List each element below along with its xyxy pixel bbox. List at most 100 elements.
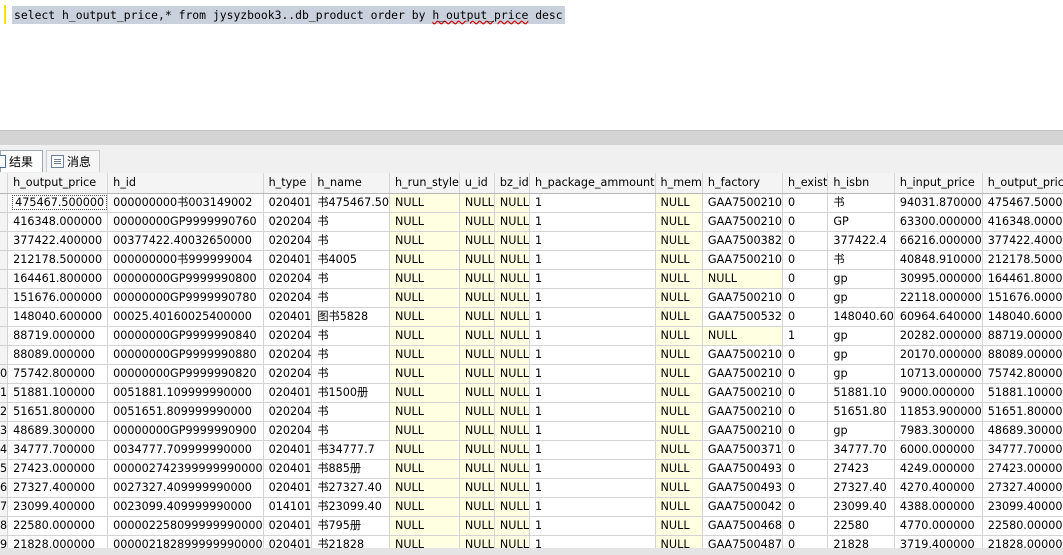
table-cell[interactable]: 475467.500000 xyxy=(982,193,1063,213)
table-cell[interactable]: 164461.800000 xyxy=(982,269,1063,289)
table-cell[interactable]: 27327.400000 xyxy=(982,478,1063,498)
table-cell[interactable]: 27423 xyxy=(827,459,895,479)
table-cell[interactable]: 00000000GP9999990760 xyxy=(107,212,264,232)
table-cell[interactable]: 1 xyxy=(529,212,656,232)
table-cell[interactable]: 020401 xyxy=(263,307,313,327)
table-cell[interactable]: 20170.000000 xyxy=(894,345,983,365)
row-number[interactable]: 3 xyxy=(0,421,9,441)
table-cell[interactable]: NULL xyxy=(655,364,703,384)
row-number[interactable]: 5 xyxy=(0,459,9,479)
table-cell[interactable]: 00000000GP9999990820 xyxy=(107,364,264,384)
table-cell[interactable]: 00000000GP9999990800 xyxy=(107,269,264,289)
table-cell[interactable]: gp xyxy=(827,288,895,308)
table-cell[interactable]: 148040.600000 xyxy=(982,307,1063,327)
row-number[interactable]: 7 xyxy=(0,497,9,517)
table-cell[interactable]: NULL xyxy=(459,250,495,270)
table-cell[interactable]: NULL xyxy=(494,193,530,213)
table-cell[interactable]: 书 xyxy=(311,212,390,232)
table-cell[interactable]: 书1500册 xyxy=(311,383,390,403)
tab-results[interactable]: 结果 xyxy=(0,150,43,172)
table-row[interactable]: 148040.600000 00025.40160025400000 020401 图… xyxy=(0,307,1063,327)
table-cell[interactable]: NULL xyxy=(389,269,460,289)
table-cell[interactable]: 51881.100000 xyxy=(7,383,109,403)
table-cell[interactable]: NULL xyxy=(702,269,784,289)
column-header[interactable]: h_factory xyxy=(702,173,784,194)
table-cell[interactable]: GAA7500371 xyxy=(702,440,784,460)
table-cell[interactable]: 51651.800000 xyxy=(7,402,109,422)
table-cell[interactable]: NULL xyxy=(655,288,703,308)
table-cell[interactable]: 1 xyxy=(529,459,656,479)
tab-messages[interactable]: 消息 xyxy=(46,150,100,172)
table-row[interactable]: 0 75742.800000 00000000GP9999990820 020204 书… xyxy=(0,364,1063,384)
table-cell[interactable]: NULL xyxy=(459,459,495,479)
table-cell[interactable]: 0 xyxy=(782,383,829,403)
table-cell[interactable]: 63300.000000 xyxy=(894,212,983,232)
table-cell[interactable]: 0 xyxy=(782,364,829,384)
row-number[interactable]: 1 xyxy=(0,383,9,403)
row-number[interactable] xyxy=(0,307,9,327)
table-cell[interactable]: 020401 xyxy=(263,478,313,498)
table-cell[interactable]: 75742.800000 xyxy=(7,364,109,384)
table-cell[interactable]: gp xyxy=(827,345,895,365)
table-cell[interactable]: 4770.000000 xyxy=(894,516,983,536)
table-cell[interactable]: 00377422.40032650000 xyxy=(107,231,264,251)
row-number[interactable] xyxy=(0,269,9,289)
table-cell[interactable]: 416348.000000 xyxy=(7,212,109,232)
table-cell[interactable]: 020401 xyxy=(263,383,313,403)
column-header[interactable]: h_id xyxy=(107,173,264,194)
table-cell[interactable]: NULL xyxy=(389,288,460,308)
table-cell[interactable]: 020204 xyxy=(263,231,313,251)
table-cell[interactable]: 书34777.7 xyxy=(311,440,390,460)
table-cell[interactable]: 0027327.409999990000 xyxy=(107,478,264,498)
table-cell[interactable]: 书 xyxy=(311,364,390,384)
table-row[interactable]: 88719.000000 00000000GP9999990840 020204 书 N… xyxy=(0,326,1063,346)
table-cell[interactable]: 1 xyxy=(529,288,656,308)
table-cell[interactable]: 88089.000000 xyxy=(7,345,109,365)
table-cell[interactable]: NULL xyxy=(494,383,530,403)
table-cell[interactable]: 1 xyxy=(529,231,656,251)
table-cell[interactable]: 51651.80 xyxy=(827,402,895,422)
table-row[interactable]: 1 51881.100000 0051881.109999990000 020401 书… xyxy=(0,383,1063,403)
table-cell[interactable]: gp xyxy=(827,269,895,289)
table-cell[interactable]: 书 xyxy=(311,231,390,251)
table-row[interactable]: 2 51651.800000 0051651.809999990000 020204 书… xyxy=(0,402,1063,422)
table-cell[interactable]: 51881.100000 xyxy=(982,383,1063,403)
table-cell[interactable]: 000002742399999990000 xyxy=(107,459,264,479)
table-cell[interactable]: 书4005 xyxy=(311,250,390,270)
table-row[interactable]: 212178.500000 000000000书999999004 020401 书4… xyxy=(0,250,1063,270)
table-cell[interactable]: 148040.60 xyxy=(827,307,895,327)
table-cell[interactable]: NULL xyxy=(655,402,703,422)
table-cell[interactable]: NULL xyxy=(494,364,530,384)
table-row[interactable]: 3 48689.300000 00000000GP9999990900 020204 书… xyxy=(0,421,1063,441)
table-cell[interactable]: 0 xyxy=(782,516,829,536)
table-cell[interactable]: 书 xyxy=(311,345,390,365)
table-cell[interactable]: NULL xyxy=(459,421,495,441)
table-cell[interactable]: 020204 xyxy=(263,326,313,346)
table-cell[interactable]: 4249.000000 xyxy=(894,459,983,479)
table-cell[interactable]: 书27327.40 xyxy=(311,478,390,498)
table-cell[interactable]: NULL xyxy=(494,212,530,232)
table-cell[interactable]: 151676.000000 xyxy=(7,288,109,308)
table-cell[interactable]: 书 xyxy=(311,326,390,346)
table-cell[interactable]: gp xyxy=(827,421,895,441)
row-number[interactable] xyxy=(0,345,9,365)
table-cell[interactable]: GAA7500210 xyxy=(702,250,784,270)
table-cell[interactable]: 020204 xyxy=(263,345,313,365)
table-cell[interactable]: NULL xyxy=(459,402,495,422)
table-cell[interactable]: GAA7500210 xyxy=(702,345,784,365)
table-cell[interactable]: 00000000GP9999990840 xyxy=(107,326,264,346)
table-cell[interactable]: NULL xyxy=(494,250,530,270)
table-cell[interactable]: NULL xyxy=(459,383,495,403)
table-cell[interactable]: 9000.000000 xyxy=(894,383,983,403)
table-row[interactable]: 377422.400000 00377422.40032650000 020204 书… xyxy=(0,231,1063,251)
table-cell[interactable]: 00025.40160025400000 xyxy=(107,307,264,327)
table-cell[interactable]: 51651.800000 xyxy=(982,402,1063,422)
table-cell[interactable]: 书475467.50 xyxy=(311,193,390,213)
table-cell[interactable]: 377422.400000 xyxy=(982,231,1063,251)
table-row[interactable]: 475467.500000 000000000书003149002 020401 书4… xyxy=(0,193,1063,213)
table-cell[interactable]: 020204 xyxy=(263,212,313,232)
table-cell[interactable]: 22580.000000 xyxy=(982,516,1063,536)
table-cell[interactable]: NULL xyxy=(389,364,460,384)
table-cell[interactable]: GAA7500468 xyxy=(702,516,784,536)
table-cell[interactable]: 1 xyxy=(529,250,656,270)
